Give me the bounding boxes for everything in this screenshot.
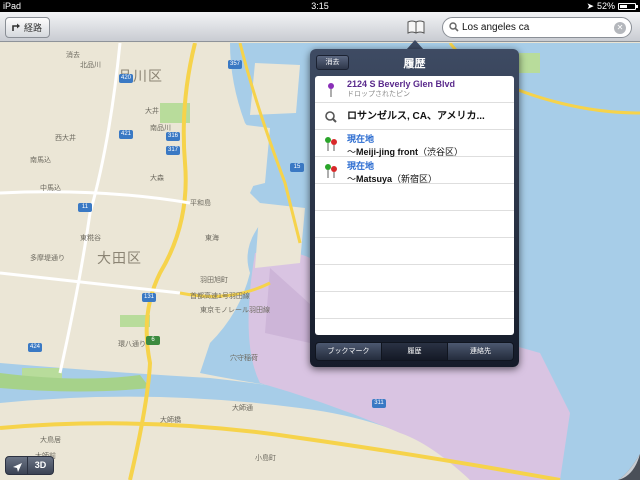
map-label: 西大井 (55, 135, 76, 142)
history-popover: 消去 履歴 2124 S Beverly Glen Blvd ドロップされたピン… (310, 49, 519, 367)
route-shield: 421 (119, 130, 134, 139)
item-title: 現在地 (347, 161, 375, 171)
bookmarks-icon[interactable] (407, 20, 425, 34)
battery-icon (618, 2, 638, 10)
turn-arrow-icon (11, 22, 21, 34)
map-label: 大鳥居 (40, 437, 61, 444)
route-button[interactable]: 経路 (5, 17, 51, 38)
search-field[interactable]: ✕ (442, 17, 632, 38)
list-item[interactable]: 2124 S Beverly Glen Blvd ドロップされたピン (315, 76, 514, 103)
route-shield: 311 (372, 399, 386, 408)
route-shield: 6 (146, 336, 160, 345)
route-shield: 357 (228, 60, 243, 69)
clock: 3:15 (311, 1, 329, 11)
route-shield: 15 (290, 163, 304, 172)
map-label: 穴守稲荷 (230, 355, 258, 362)
search-icon (449, 19, 459, 37)
purple-pin-icon (323, 82, 339, 98)
tab-contacts[interactable]: 連絡先 (448, 343, 513, 360)
empty-row (315, 211, 514, 238)
location-arrow-icon (12, 460, 23, 478)
list-item[interactable]: 現在地 〜Meiji-jing front（渋谷区） (315, 130, 514, 157)
item-area: （新宿区） (392, 174, 438, 184)
map-label: 羽田旭町 (200, 277, 228, 284)
district-label: 大田区 (97, 250, 142, 266)
popover-tabs: ブックマーク 履歴 連絡先 (315, 342, 514, 361)
empty-row (315, 292, 514, 319)
map-label: 小島町 (255, 455, 276, 462)
map-label: 南馬込 (30, 157, 51, 164)
status-bar: iPad 3:15 ➤ 52% (0, 0, 640, 12)
page-curl-icon[interactable] (618, 454, 640, 480)
map-label: 東糀谷 (80, 235, 101, 242)
list-item[interactable]: 現在地 〜Matsuya（新宿区） (315, 157, 514, 184)
map-label: 北品川 (80, 62, 101, 69)
item-place: Meiji-jing front (356, 147, 419, 157)
route-shield: 420 (119, 74, 134, 83)
map-label: 東海 (205, 235, 219, 242)
map-label: 平和島 (190, 200, 211, 207)
empty-row (315, 184, 514, 211)
route-shield: 424 (28, 343, 43, 352)
toolbar: 経路 ✕ (0, 12, 640, 42)
item-title: ロサンゼルス, CA、アメリカ... (347, 111, 485, 122)
list-item[interactable]: ロサンゼルス, CA、アメリカ... (315, 103, 514, 130)
item-subtitle: ドロップされたピン (347, 91, 410, 98)
tab-bookmarks[interactable]: ブックマーク (316, 343, 382, 360)
tab-history[interactable]: 履歴 (382, 343, 448, 360)
route-shield: 131 (142, 293, 157, 302)
item-area: （渋谷区） (418, 147, 464, 157)
map-label: 大井 (145, 108, 159, 115)
map-label: 消去 (66, 52, 80, 59)
map-label: 大師橋 (160, 417, 181, 424)
map-label: 多摩堤通り (30, 255, 65, 262)
map-label: 中馬込 (40, 185, 61, 192)
empty-row (315, 265, 514, 292)
item-place: Matsuya (356, 174, 393, 184)
map-label: 環八通り (118, 341, 146, 348)
map-label: 東京モノレール羽田線 (200, 307, 270, 314)
route-pins-icon (323, 163, 339, 179)
map-label: 大師通 (232, 405, 253, 412)
route-label: 経路 (24, 23, 43, 33)
route-shield: 11 (78, 203, 92, 212)
item-title: 現在地 (347, 134, 375, 144)
history-list: 2124 S Beverly Glen Blvd ドロップされたピン ロサンゼル… (315, 76, 514, 335)
search-icon (323, 109, 339, 125)
empty-row (315, 238, 514, 265)
map-label: 大森 (150, 175, 164, 182)
route-shield: 316 (166, 132, 181, 141)
battery-percent: 52% (596, 1, 615, 11)
route-pins-icon (323, 136, 339, 152)
location-arrow-icon: ➤ (586, 1, 594, 11)
clear-search-icon[interactable]: ✕ (614, 22, 626, 34)
search-input[interactable] (462, 22, 612, 33)
item-title: 2124 S Beverly Glen Blvd (347, 79, 456, 89)
popover-title: 履歴 (403, 58, 426, 70)
current-location-button[interactable] (5, 456, 28, 475)
3d-button[interactable]: 3D (28, 456, 54, 475)
route-shield: 317 (166, 146, 181, 155)
map-label: 首都高速1号羽田線 (190, 293, 250, 300)
